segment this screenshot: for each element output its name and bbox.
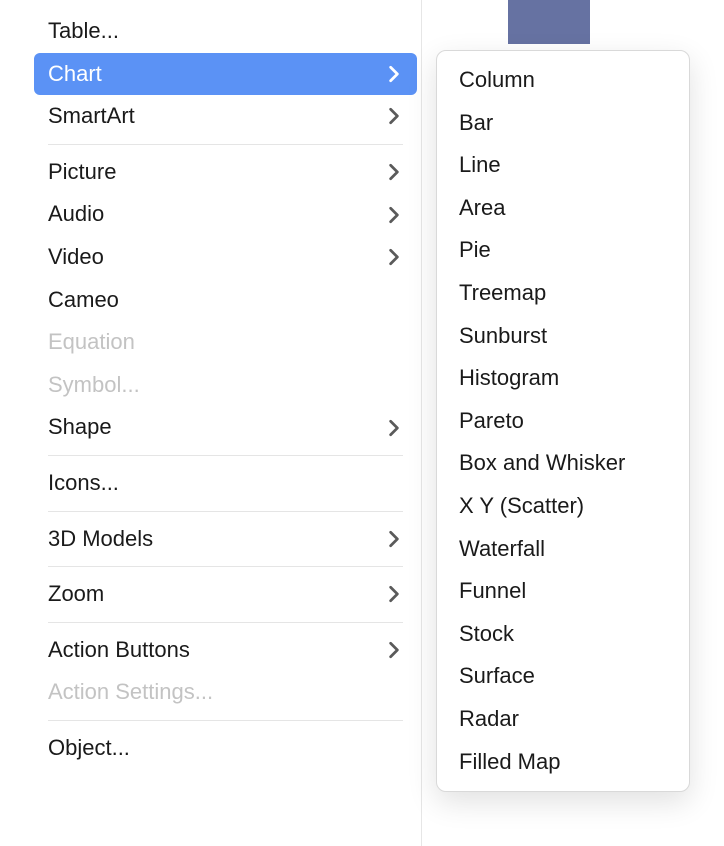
menu-item-symbol: Symbol... xyxy=(30,364,421,407)
chevron-right-icon xyxy=(385,107,403,125)
submenu-item-sunburst[interactable]: Sunburst xyxy=(437,315,689,358)
submenu-item-box-and-whisker[interactable]: Box and Whisker xyxy=(437,442,689,485)
chevron-right-icon xyxy=(385,248,403,266)
submenu-item-label: Filled Map xyxy=(459,749,560,774)
submenu-item-label: Histogram xyxy=(459,365,559,390)
menu-separator xyxy=(48,566,403,567)
submenu-item-line[interactable]: Line xyxy=(437,144,689,187)
submenu-item-label: Column xyxy=(459,67,535,92)
menu-item-label: Picture xyxy=(48,158,116,187)
submenu-item-label: Funnel xyxy=(459,578,526,603)
menu-item-icons[interactable]: Icons... xyxy=(30,462,421,505)
menu-item-video[interactable]: Video xyxy=(30,236,421,279)
chart-submenu: Column Bar Line Area Pie Treemap Sunburst Histo… xyxy=(436,50,690,792)
submenu-item-label: Sunburst xyxy=(459,323,547,348)
menu-item-label: Table... xyxy=(48,17,119,46)
insert-menu: Table... Chart SmartArt Picture Audio Video Ca… xyxy=(30,0,422,846)
chevron-right-icon xyxy=(385,65,403,83)
submenu-item-radar[interactable]: Radar xyxy=(437,698,689,741)
chevron-right-icon xyxy=(385,530,403,548)
menu-item-label: Cameo xyxy=(48,286,119,315)
submenu-item-bar[interactable]: Bar xyxy=(437,102,689,145)
submenu-item-waterfall[interactable]: Waterfall xyxy=(437,528,689,571)
menu-item-object[interactable]: Object... xyxy=(30,727,421,770)
submenu-item-label: Waterfall xyxy=(459,536,545,561)
submenu-item-label: Pareto xyxy=(459,408,524,433)
submenu-item-label: Area xyxy=(459,195,505,220)
submenu-item-label: Stock xyxy=(459,621,514,646)
chevron-right-icon xyxy=(385,585,403,603)
menu-item-action-buttons[interactable]: Action Buttons xyxy=(30,629,421,672)
submenu-item-pareto[interactable]: Pareto xyxy=(437,400,689,443)
menu-item-label: Action Buttons xyxy=(48,636,190,665)
menu-item-zoom[interactable]: Zoom xyxy=(30,573,421,616)
menu-item-label: Object... xyxy=(48,734,130,763)
slide-background-shape xyxy=(508,0,590,44)
submenu-item-label: Bar xyxy=(459,110,493,135)
menu-item-label: Audio xyxy=(48,200,104,229)
menu-item-label: Icons... xyxy=(48,469,119,498)
chevron-right-icon xyxy=(385,163,403,181)
submenu-item-x-y-scatter[interactable]: X Y (Scatter) xyxy=(437,485,689,528)
chevron-right-icon xyxy=(385,419,403,437)
menu-item-cameo[interactable]: Cameo xyxy=(30,279,421,322)
chevron-right-icon xyxy=(385,641,403,659)
submenu-item-label: Box and Whisker xyxy=(459,450,625,475)
chevron-right-icon xyxy=(385,206,403,224)
submenu-item-label: Treemap xyxy=(459,280,546,305)
menu-item-audio[interactable]: Audio xyxy=(30,193,421,236)
submenu-item-column[interactable]: Column xyxy=(437,59,689,102)
menu-separator xyxy=(48,720,403,721)
menu-item-chart[interactable]: Chart xyxy=(34,53,417,96)
submenu-item-filled-map[interactable]: Filled Map xyxy=(437,741,689,784)
menu-item-label: Symbol... xyxy=(48,371,140,400)
menu-item-label: Action Settings... xyxy=(48,678,213,707)
submenu-item-area[interactable]: Area xyxy=(437,187,689,230)
menu-item-label: SmartArt xyxy=(48,102,135,131)
menu-item-label: Shape xyxy=(48,413,112,442)
submenu-item-label: Line xyxy=(459,152,501,177)
menu-separator xyxy=(48,622,403,623)
menu-item-label: Chart xyxy=(48,60,102,89)
menu-item-3d-models[interactable]: 3D Models xyxy=(30,518,421,561)
submenu-item-funnel[interactable]: Funnel xyxy=(437,570,689,613)
menu-item-label: Video xyxy=(48,243,104,272)
submenu-item-label: X Y (Scatter) xyxy=(459,493,584,518)
submenu-item-label: Radar xyxy=(459,706,519,731)
menu-item-label: Zoom xyxy=(48,580,104,609)
menu-item-picture[interactable]: Picture xyxy=(30,151,421,194)
menu-item-action-settings: Action Settings... xyxy=(30,671,421,714)
submenu-item-surface[interactable]: Surface xyxy=(437,655,689,698)
menu-separator xyxy=(48,455,403,456)
submenu-item-treemap[interactable]: Treemap xyxy=(437,272,689,315)
menu-separator xyxy=(48,511,403,512)
menu-item-label: Equation xyxy=(48,328,135,357)
submenu-item-stock[interactable]: Stock xyxy=(437,613,689,656)
menu-item-shape[interactable]: Shape xyxy=(30,406,421,449)
submenu-item-label: Surface xyxy=(459,663,535,688)
menu-separator xyxy=(48,144,403,145)
submenu-item-label: Pie xyxy=(459,237,491,262)
menu-item-label: 3D Models xyxy=(48,525,153,554)
menu-item-equation: Equation xyxy=(30,321,421,364)
submenu-item-histogram[interactable]: Histogram xyxy=(437,357,689,400)
menu-item-table[interactable]: Table... xyxy=(30,10,421,53)
menu-item-smartart[interactable]: SmartArt xyxy=(30,95,421,138)
submenu-item-pie[interactable]: Pie xyxy=(437,229,689,272)
